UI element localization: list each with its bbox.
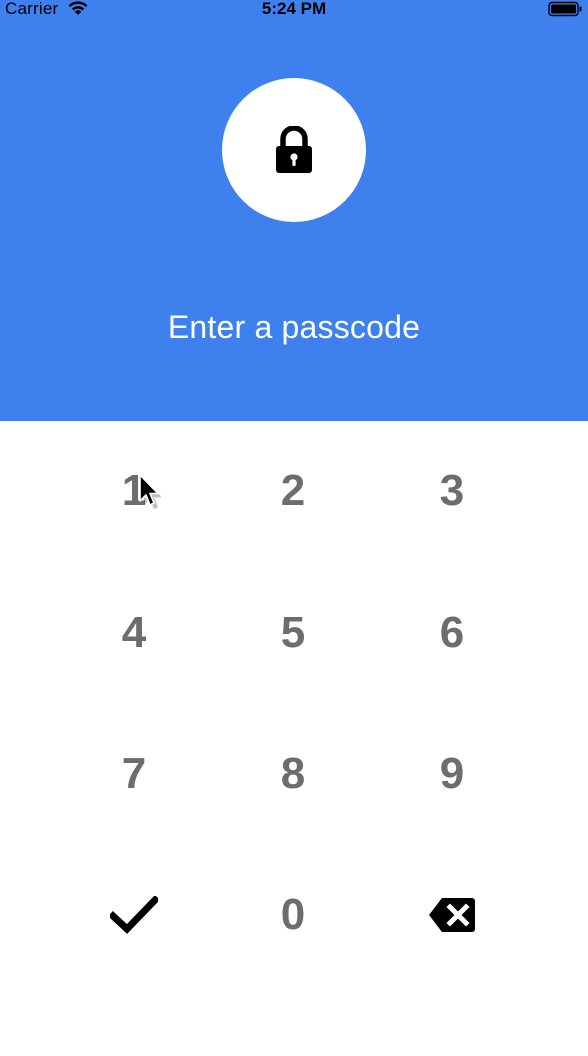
checkmark-icon xyxy=(110,896,158,934)
lock-badge xyxy=(222,78,366,222)
key-8[interactable]: 8 xyxy=(233,724,353,824)
number-keypad: 1 2 3 4 5 6 7 8 9 0 xyxy=(0,421,588,1056)
confirm-button[interactable] xyxy=(74,865,194,965)
key-6[interactable]: 6 xyxy=(392,583,512,683)
status-time: 5:24 PM xyxy=(261,0,327,18)
passcode-header: Carrier 5:24 PM Enter a passcode xyxy=(0,0,588,421)
key-1[interactable]: 1 xyxy=(74,441,194,541)
backspace-icon xyxy=(428,897,476,933)
lock-icon xyxy=(275,125,313,174)
key-7[interactable]: 7 xyxy=(74,724,194,824)
key-2[interactable]: 2 xyxy=(233,441,353,541)
delete-button[interactable] xyxy=(392,865,512,965)
passcode-screen: Carrier 5:24 PM Enter a passcode 1 2 3 4… xyxy=(0,0,588,1056)
status-bar: Carrier 5:24 PM xyxy=(0,0,588,20)
key-0[interactable]: 0 xyxy=(233,865,353,965)
key-4[interactable]: 4 xyxy=(74,583,194,683)
battery-icon xyxy=(548,1,583,17)
key-5[interactable]: 5 xyxy=(233,583,353,683)
key-9[interactable]: 9 xyxy=(392,724,512,824)
passcode-prompt: Enter a passcode xyxy=(167,309,421,345)
key-3[interactable]: 3 xyxy=(392,441,512,541)
